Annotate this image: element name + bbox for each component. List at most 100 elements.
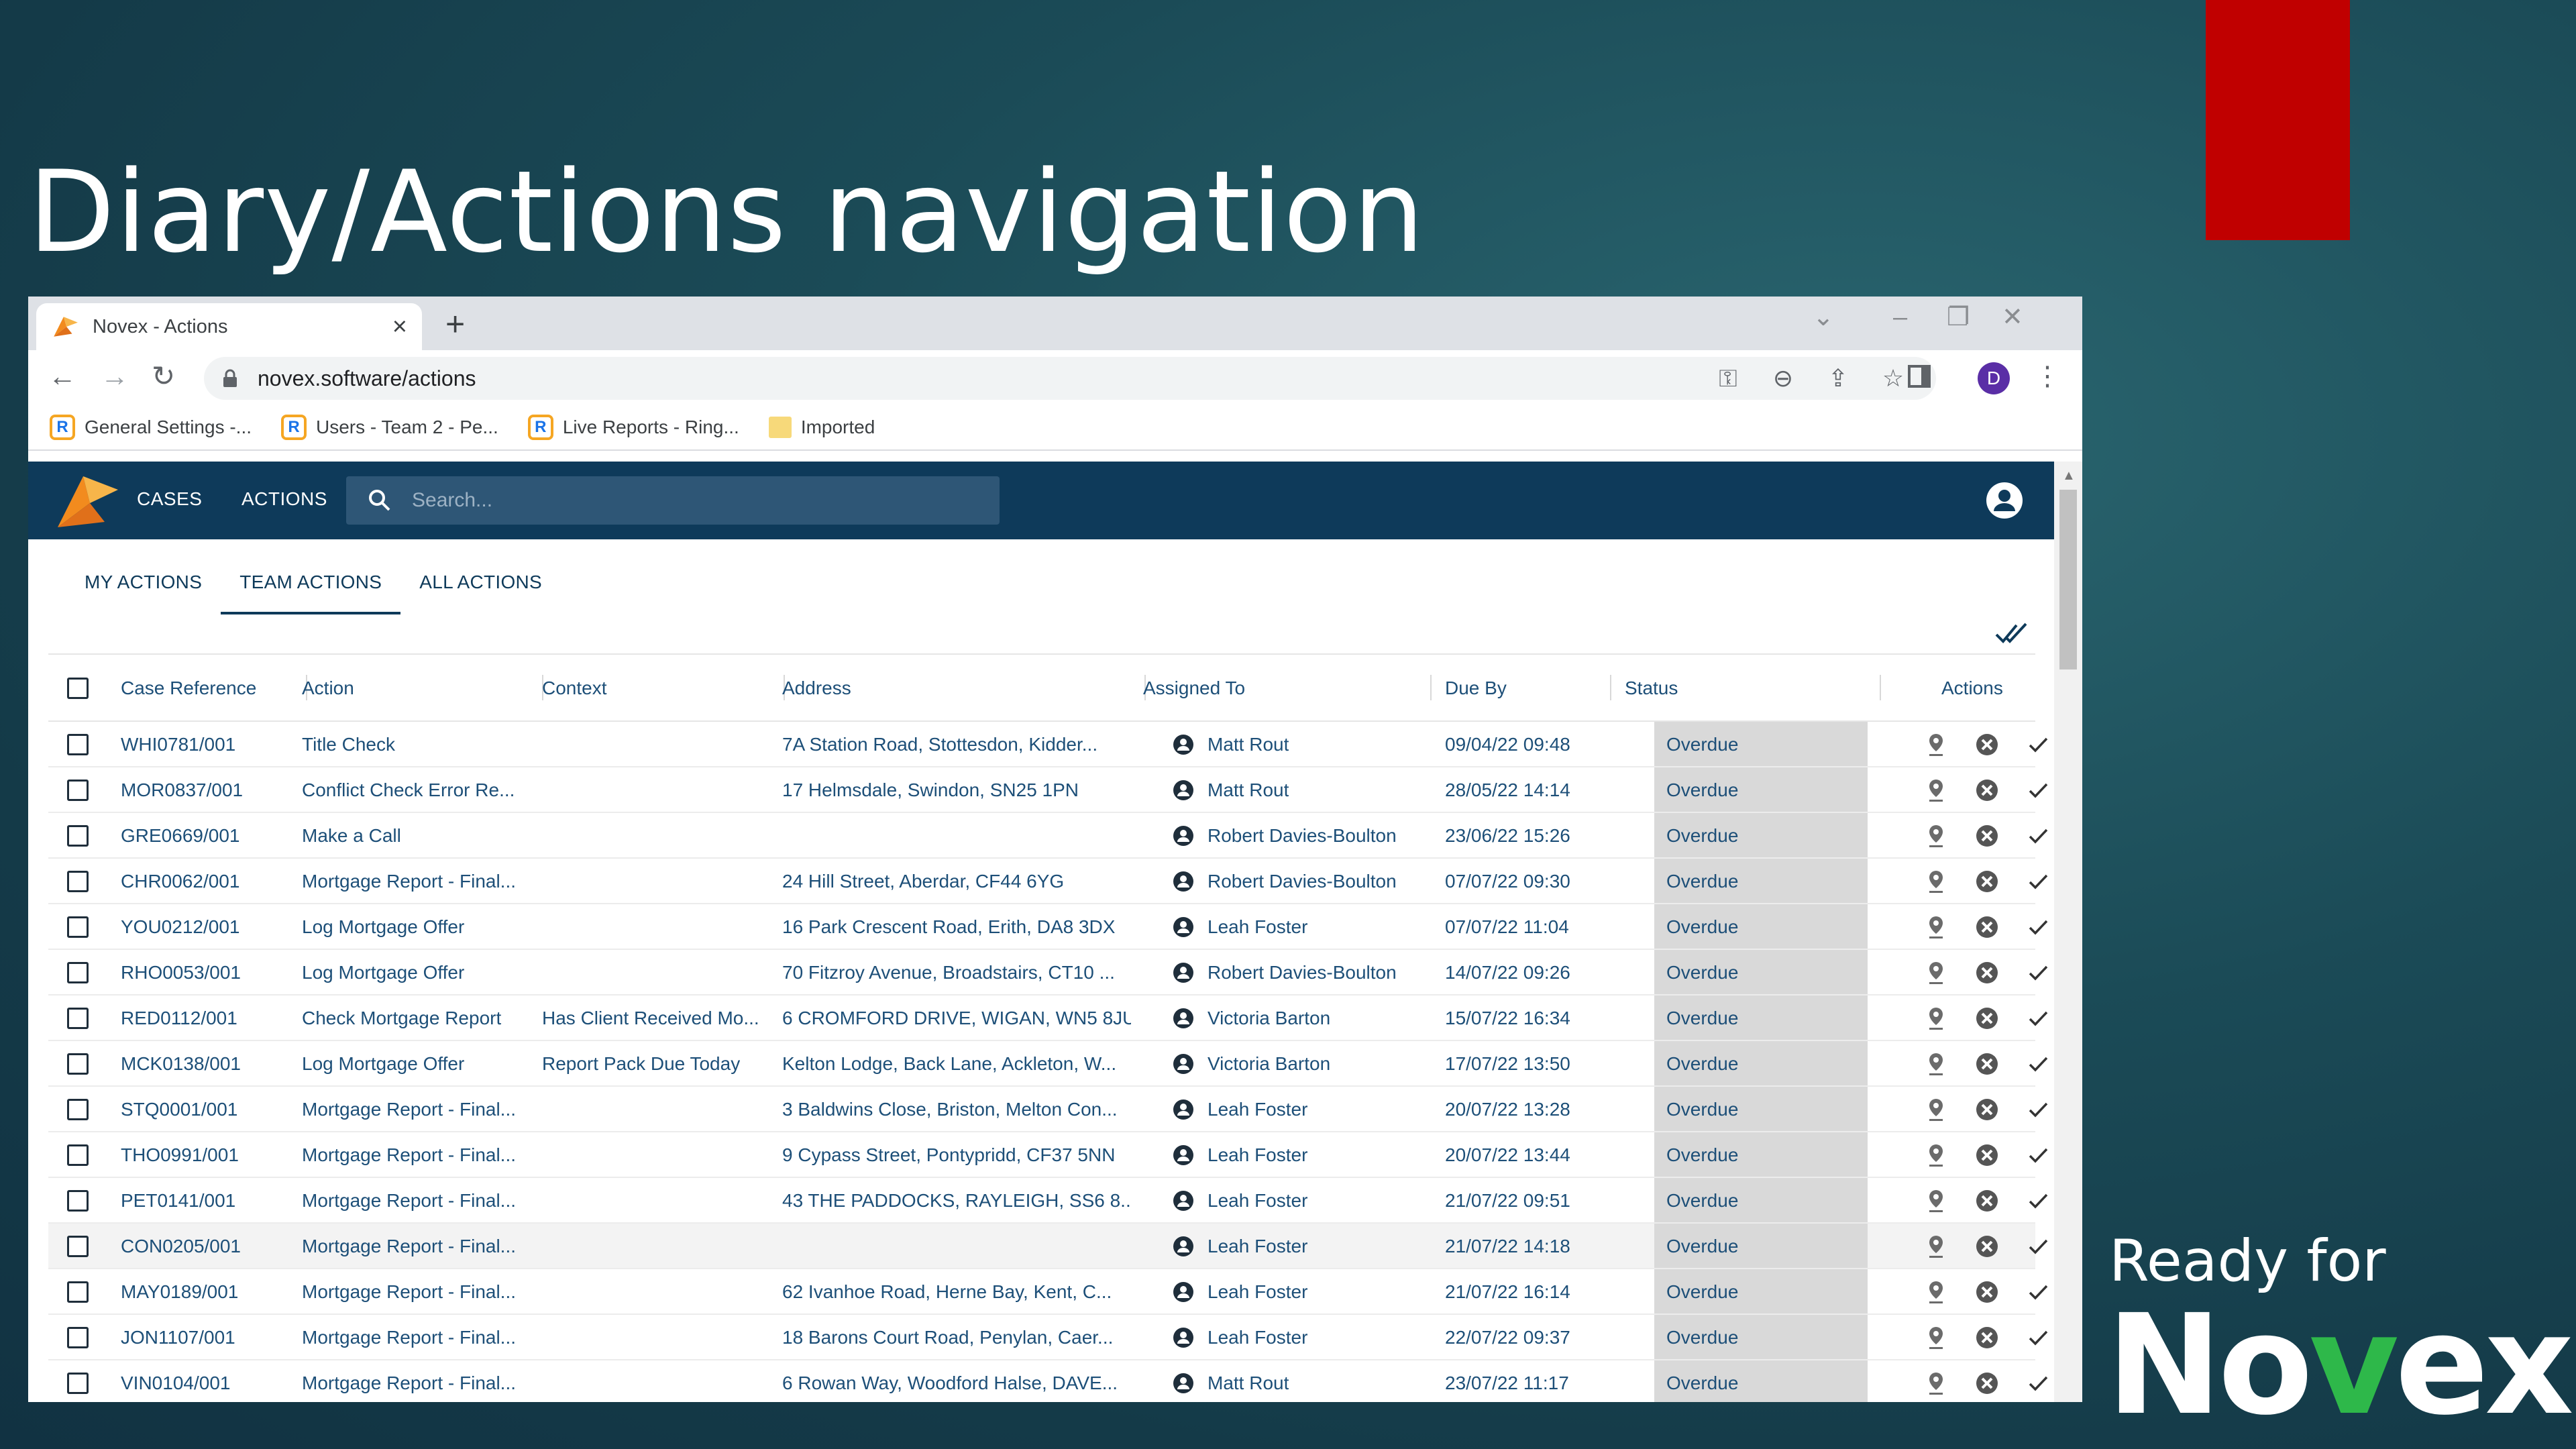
location-pin-icon[interactable] (1923, 1096, 1949, 1123)
table-row[interactable]: VIN0104/001 Mortgage Report - Final... 6 R… (48, 1360, 2048, 1402)
cancel-action-icon[interactable] (1974, 731, 2000, 758)
tab-team-actions[interactable]: TEAM ACTIONS (221, 555, 401, 614)
complete-action-icon[interactable] (2025, 1279, 2051, 1305)
minimize-icon[interactable]: – (1893, 305, 1907, 330)
row-checkbox[interactable] (67, 916, 89, 938)
cell-case-reference[interactable]: WHI0781/001 (121, 734, 235, 755)
profile-avatar[interactable]: D (1978, 362, 2010, 394)
complete-action-icon[interactable] (2025, 1051, 2051, 1077)
cancel-action-icon[interactable] (1974, 1005, 2000, 1032)
forward-icon[interactable]: → (101, 362, 129, 390)
location-pin-icon[interactable] (1923, 959, 1949, 986)
search-input[interactable]: Search... (346, 476, 1000, 525)
complete-action-icon[interactable] (2025, 868, 2051, 895)
location-pin-icon[interactable] (1923, 1233, 1949, 1260)
side-panel-icon[interactable] (1908, 365, 1931, 388)
cancel-action-icon[interactable] (1974, 1187, 2000, 1214)
row-checkbox[interactable] (67, 780, 89, 801)
bookmark-item[interactable]: R Users - Team 2 - Pe... (281, 415, 498, 440)
page-scrollbar[interactable]: ▲ (2054, 462, 2082, 1402)
novex-logo-icon[interactable] (54, 470, 121, 531)
location-pin-icon[interactable] (1923, 914, 1949, 941)
bookmark-item[interactable]: R General Settings -... (50, 415, 252, 440)
account-icon[interactable] (1986, 482, 2023, 519)
table-row[interactable]: THO0991/001 Mortgage Report - Final... 9 C… (48, 1132, 2048, 1178)
cancel-action-icon[interactable] (1974, 959, 2000, 986)
scroll-up-icon[interactable]: ▲ (2062, 468, 2076, 484)
row-checkbox[interactable] (67, 1327, 89, 1348)
table-row[interactable]: GRE0669/001 Make a Call Robert Davies-Boul… (48, 813, 2048, 859)
cancel-action-icon[interactable] (1974, 914, 2000, 941)
cell-case-reference[interactable]: STQ0001/001 (121, 1099, 237, 1120)
location-pin-icon[interactable] (1923, 1279, 1949, 1305)
col-status[interactable]: Status (1625, 678, 1678, 699)
menu-kebab-icon[interactable]: ⋮ (2034, 361, 2061, 392)
cell-case-reference[interactable]: GRE0669/001 (121, 825, 239, 847)
complete-action-icon[interactable] (2025, 1370, 2051, 1397)
select-all-checkbox[interactable] (67, 678, 89, 699)
col-address[interactable]: Address (782, 678, 851, 699)
scroll-thumb[interactable] (2059, 490, 2077, 669)
complete-action-icon[interactable] (2025, 731, 2051, 758)
table-row[interactable]: RED0112/001 Check Mortgage Report Has Clie… (48, 996, 2048, 1041)
close-tab-icon[interactable]: × (392, 314, 407, 339)
row-checkbox[interactable] (67, 1373, 89, 1394)
col-case-reference[interactable]: Case Reference (121, 678, 256, 699)
complete-action-icon[interactable] (2025, 822, 2051, 849)
location-pin-icon[interactable] (1923, 868, 1949, 895)
new-tab-icon[interactable]: + (445, 307, 465, 341)
cell-case-reference[interactable]: RED0112/001 (121, 1008, 237, 1029)
row-checkbox[interactable] (67, 1236, 89, 1257)
location-pin-icon[interactable] (1923, 822, 1949, 849)
location-pin-icon[interactable] (1923, 1051, 1949, 1077)
table-row[interactable]: MCK0138/001 Log Mortgage Offer Report Pack… (48, 1041, 2048, 1087)
browser-tab[interactable]: Novex - Actions × (36, 303, 422, 350)
cancel-action-icon[interactable] (1974, 1142, 2000, 1169)
row-checkbox[interactable] (67, 1008, 89, 1029)
reload-icon[interactable]: ↻ (152, 362, 175, 390)
location-pin-icon[interactable] (1923, 1324, 1949, 1351)
location-pin-icon[interactable] (1923, 1370, 1949, 1397)
address-bar[interactable]: novex.software/actions ⚿ ⊖ ⇪ ☆ (204, 357, 1936, 400)
cancel-action-icon[interactable] (1974, 822, 2000, 849)
complete-action-icon[interactable] (2025, 1142, 2051, 1169)
location-pin-icon[interactable] (1923, 731, 1949, 758)
cell-case-reference[interactable]: MAY0189/001 (121, 1281, 238, 1303)
cell-case-reference[interactable]: CON0205/001 (121, 1236, 241, 1257)
table-row[interactable]: CON0205/001 Mortgage Report - Final... Lea… (48, 1224, 2048, 1269)
complete-action-icon[interactable] (2025, 959, 2051, 986)
complete-action-icon[interactable] (2025, 914, 2051, 941)
cell-case-reference[interactable]: MOR0837/001 (121, 780, 243, 801)
nav-actions[interactable]: ACTIONS (241, 488, 327, 510)
row-checkbox[interactable] (67, 962, 89, 983)
cell-case-reference[interactable]: VIN0104/001 (121, 1373, 230, 1394)
cancel-action-icon[interactable] (1974, 868, 2000, 895)
complete-action-icon[interactable] (2025, 1324, 2051, 1351)
share-icon[interactable]: ⇪ (1825, 366, 1851, 390)
row-checkbox[interactable] (67, 1144, 89, 1166)
bookmark-folder[interactable]: Imported (768, 417, 875, 438)
table-row[interactable]: PET0141/001 Mortgage Report - Final... 43 … (48, 1178, 2048, 1224)
col-action[interactable]: Action (302, 678, 354, 699)
col-due-by[interactable]: Due By (1445, 678, 1507, 699)
cell-case-reference[interactable]: MCK0138/001 (121, 1053, 241, 1075)
table-row[interactable]: RHO0053/001 Log Mortgage Offer 70 Fitzroy … (48, 950, 2048, 996)
tab-search-icon[interactable]: ⌄ (1813, 305, 1834, 330)
row-checkbox[interactable] (67, 1281, 89, 1303)
cancel-action-icon[interactable] (1974, 1233, 2000, 1260)
cell-case-reference[interactable]: PET0141/001 (121, 1190, 235, 1212)
nav-cases[interactable]: CASES (137, 488, 202, 510)
cell-case-reference[interactable]: THO0991/001 (121, 1144, 239, 1166)
mark-all-complete-icon[interactable] (1994, 620, 2030, 647)
star-icon[interactable]: ☆ (1880, 366, 1907, 390)
table-row[interactable]: WHI0781/001 Title Check 7A Station Road, S… (48, 722, 2048, 767)
table-row[interactable]: MAY0189/001 Mortgage Report - Final... 62 … (48, 1269, 2048, 1315)
row-checkbox[interactable] (67, 1053, 89, 1075)
table-row[interactable]: STQ0001/001 Mortgage Report - Final... 3 B… (48, 1087, 2048, 1132)
cancel-action-icon[interactable] (1974, 1370, 2000, 1397)
location-pin-icon[interactable] (1923, 1142, 1949, 1169)
tab-my-actions[interactable]: MY ACTIONS (66, 555, 221, 614)
bookmark-item[interactable]: R Live Reports - Ring... (527, 415, 739, 440)
restore-icon[interactable]: ❐ (1947, 305, 1970, 330)
row-checkbox[interactable] (67, 1190, 89, 1212)
